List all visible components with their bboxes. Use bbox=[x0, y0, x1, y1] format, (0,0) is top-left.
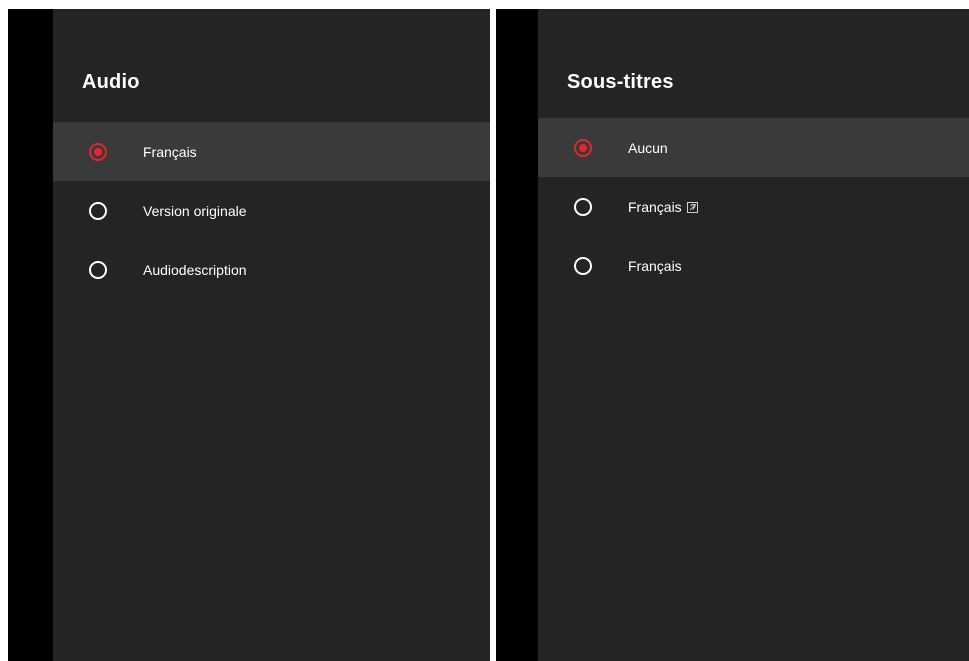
audio-option-audiodescription[interactable]: Audiodescription bbox=[53, 240, 490, 299]
subtitles-screen: Sous-titres Aucun Français Français bbox=[496, 9, 969, 661]
subtitles-option-label-wrap: Français bbox=[628, 199, 698, 215]
audio-panel: Audio Français Version originale Audiode… bbox=[53, 9, 490, 661]
radio-unchecked-icon bbox=[89, 260, 107, 279]
subtitles-option-label: Aucun bbox=[628, 139, 668, 156]
audio-panel-title: Audio bbox=[82, 71, 140, 93]
radio-checked-icon bbox=[89, 142, 107, 161]
radio-unchecked-icon bbox=[89, 201, 107, 220]
subtitles-option-aucun[interactable]: Aucun bbox=[538, 118, 969, 177]
audio-option-francais[interactable]: Français bbox=[53, 122, 490, 181]
subtitles-option-list: Aucun Français Français bbox=[538, 118, 969, 295]
subtitles-option-label: Français bbox=[628, 257, 682, 274]
subtitles-panel-title: Sous-titres bbox=[567, 71, 674, 93]
audio-option-version-originale[interactable]: Version originale bbox=[53, 181, 490, 240]
audio-option-list: Français Version originale Audiodescript… bbox=[53, 122, 490, 299]
subtitles-option-francais[interactable]: Français bbox=[538, 236, 969, 295]
audio-option-label: Audiodescription bbox=[143, 261, 247, 278]
subtitles-option-label: Français bbox=[628, 198, 682, 215]
audio-screen: Audio Français Version originale Audiode… bbox=[8, 9, 490, 661]
subtitles-option-francais-hoh[interactable]: Français bbox=[538, 177, 969, 236]
radio-unchecked-icon bbox=[574, 256, 592, 275]
audio-option-label: Version originale bbox=[143, 202, 247, 219]
radio-checked-icon bbox=[574, 138, 592, 157]
audio-option-label: Français bbox=[143, 143, 197, 160]
subtitles-panel: Sous-titres Aucun Français Français bbox=[538, 9, 969, 661]
hard-of-hearing-icon bbox=[686, 201, 698, 213]
radio-unchecked-icon bbox=[574, 197, 592, 216]
